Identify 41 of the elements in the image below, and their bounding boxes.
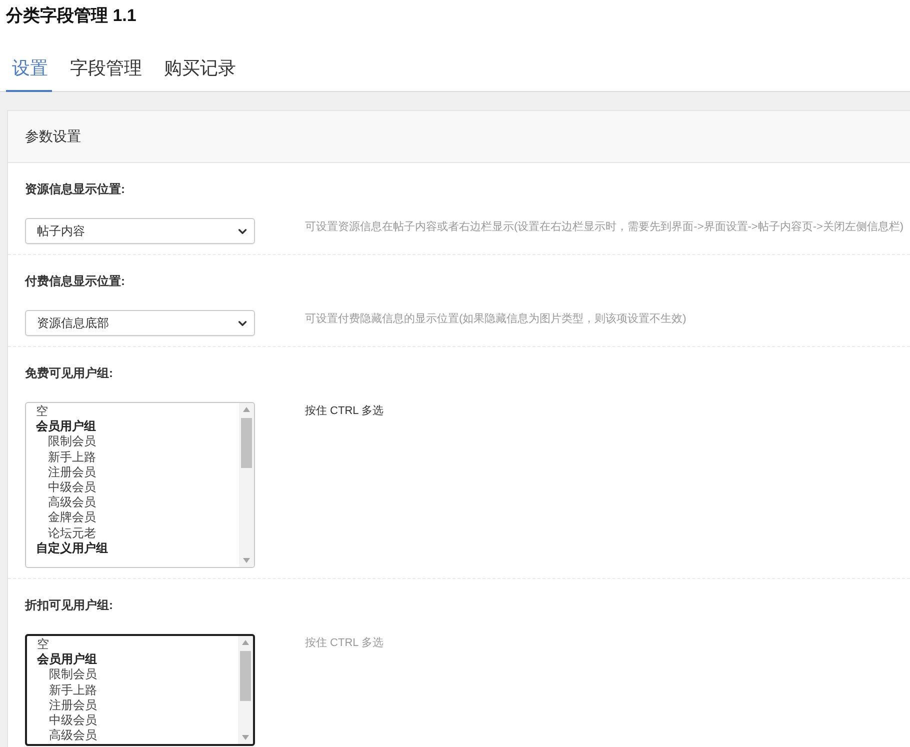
list-option[interactable]: 注册会员 bbox=[49, 698, 97, 714]
scroll-down-icon[interactable] bbox=[242, 735, 249, 740]
scrollbar-track[interactable] bbox=[239, 403, 254, 567]
scroll-up-icon[interactable] bbox=[242, 640, 249, 645]
field-label: 折扣可见用户组: bbox=[25, 597, 113, 613]
option-group-label: 会员用户组 bbox=[37, 652, 97, 668]
scroll-down-icon[interactable] bbox=[243, 558, 250, 563]
field-label: 付费信息显示位置: bbox=[25, 273, 125, 289]
hint-text: 可设置资源信息在帖子内容或者右边栏显示(设置在右边栏显示时，需要先到界面->界面设置->帖子内容页->关闭左侧信息栏) bbox=[305, 220, 904, 235]
listbox[interactable]: 空 会员用户组 限制会员 新手上路 注册会员 中级会员 高级会员 bbox=[25, 634, 255, 746]
scrollbar-thumb[interactable] bbox=[240, 651, 251, 701]
list-option[interactable]: 限制会员 bbox=[49, 667, 97, 683]
field-label: 免费可见用户组: bbox=[25, 365, 113, 381]
list-option[interactable]: 论坛元老 bbox=[48, 526, 96, 541]
tab[interactable]: 字段管理 bbox=[64, 46, 146, 92]
page-title: 分类字段管理 1.1 bbox=[6, 6, 136, 26]
list-option[interactable]: 中级会员 bbox=[49, 713, 97, 728]
scrollbar-track[interactable] bbox=[238, 636, 253, 744]
option-group-label: 自定义用户组 bbox=[36, 540, 108, 556]
scroll-up-icon[interactable] bbox=[243, 407, 250, 412]
tab[interactable]: 购买记录 bbox=[158, 46, 240, 92]
list-option[interactable]: 新手上路 bbox=[49, 682, 97, 698]
list-option[interactable]: 空 bbox=[37, 637, 49, 652]
panel-title: 参数设置 bbox=[25, 127, 81, 146]
list-option[interactable]: 高级会员 bbox=[48, 495, 96, 510]
hint-text: 按住 CTRL 多选 bbox=[305, 404, 384, 419]
list-option[interactable]: 金牌会员 bbox=[48, 510, 96, 526]
option-group-label: 会员用户组 bbox=[36, 419, 96, 434]
dropdown-select[interactable]: 资源信息底部 bbox=[25, 310, 255, 336]
list-option[interactable]: 限制会员 bbox=[48, 434, 96, 450]
field-label: 资源信息显示位置: bbox=[25, 181, 125, 197]
list-option[interactable]: 空 bbox=[36, 404, 48, 420]
listbox[interactable]: 空 会员用户组 限制会员 新手上路 注册会员 中级会员 高级会员 金牌会员 论坛元老 自定义用户组 bbox=[25, 402, 255, 568]
hint-text: 按住 CTRL 多选 bbox=[305, 636, 384, 651]
hint-text: 可设置付费隐藏信息的显示位置(如果隐藏信息为图片类型，则该项设置不生效) bbox=[305, 312, 686, 327]
list-option[interactable]: 新手上路 bbox=[48, 450, 96, 465]
list-option[interactable]: 注册会员 bbox=[48, 464, 96, 480]
list-option[interactable]: 中级会员 bbox=[48, 480, 96, 496]
scrollbar-thumb[interactable] bbox=[241, 418, 252, 468]
dropdown-select[interactable]: 帖子内容 bbox=[25, 218, 255, 244]
list-option[interactable]: 高级会员 bbox=[49, 728, 97, 744]
